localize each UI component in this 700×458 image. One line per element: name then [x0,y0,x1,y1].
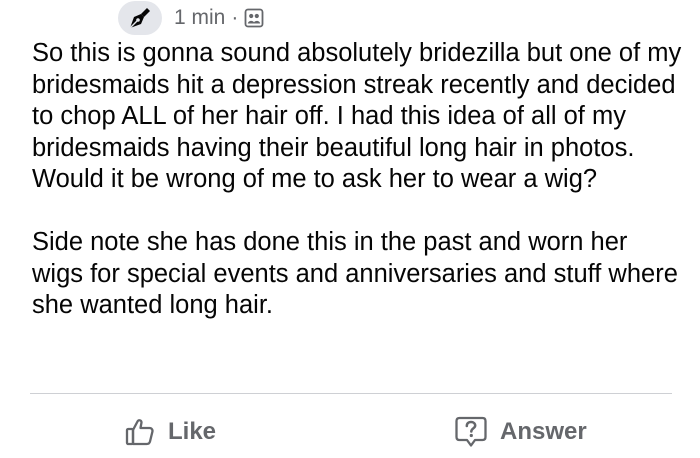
post-timestamp[interactable]: 1 min [174,6,225,30]
post-paragraph: Side note she has done this in the past … [32,228,678,319]
post-body: So this is gonna sound absolutely bridez… [32,38,682,322]
post-paragraph: So this is gonna sound absolutely bridez… [32,39,682,193]
action-divider [30,393,672,394]
group-audience-icon[interactable] [244,8,264,28]
like-label: Like [168,418,217,445]
answer-label: Answer [500,418,587,445]
post-meta: 1 min · [118,0,264,36]
pen-icon [129,8,150,29]
question-bubble-icon [455,416,487,447]
meta-separator: · [231,6,239,29]
author-badge[interactable] [118,1,162,35]
answer-button[interactable]: Answer [454,412,587,452]
thumbs-up-icon [125,419,154,446]
like-button[interactable]: Like [124,412,216,452]
